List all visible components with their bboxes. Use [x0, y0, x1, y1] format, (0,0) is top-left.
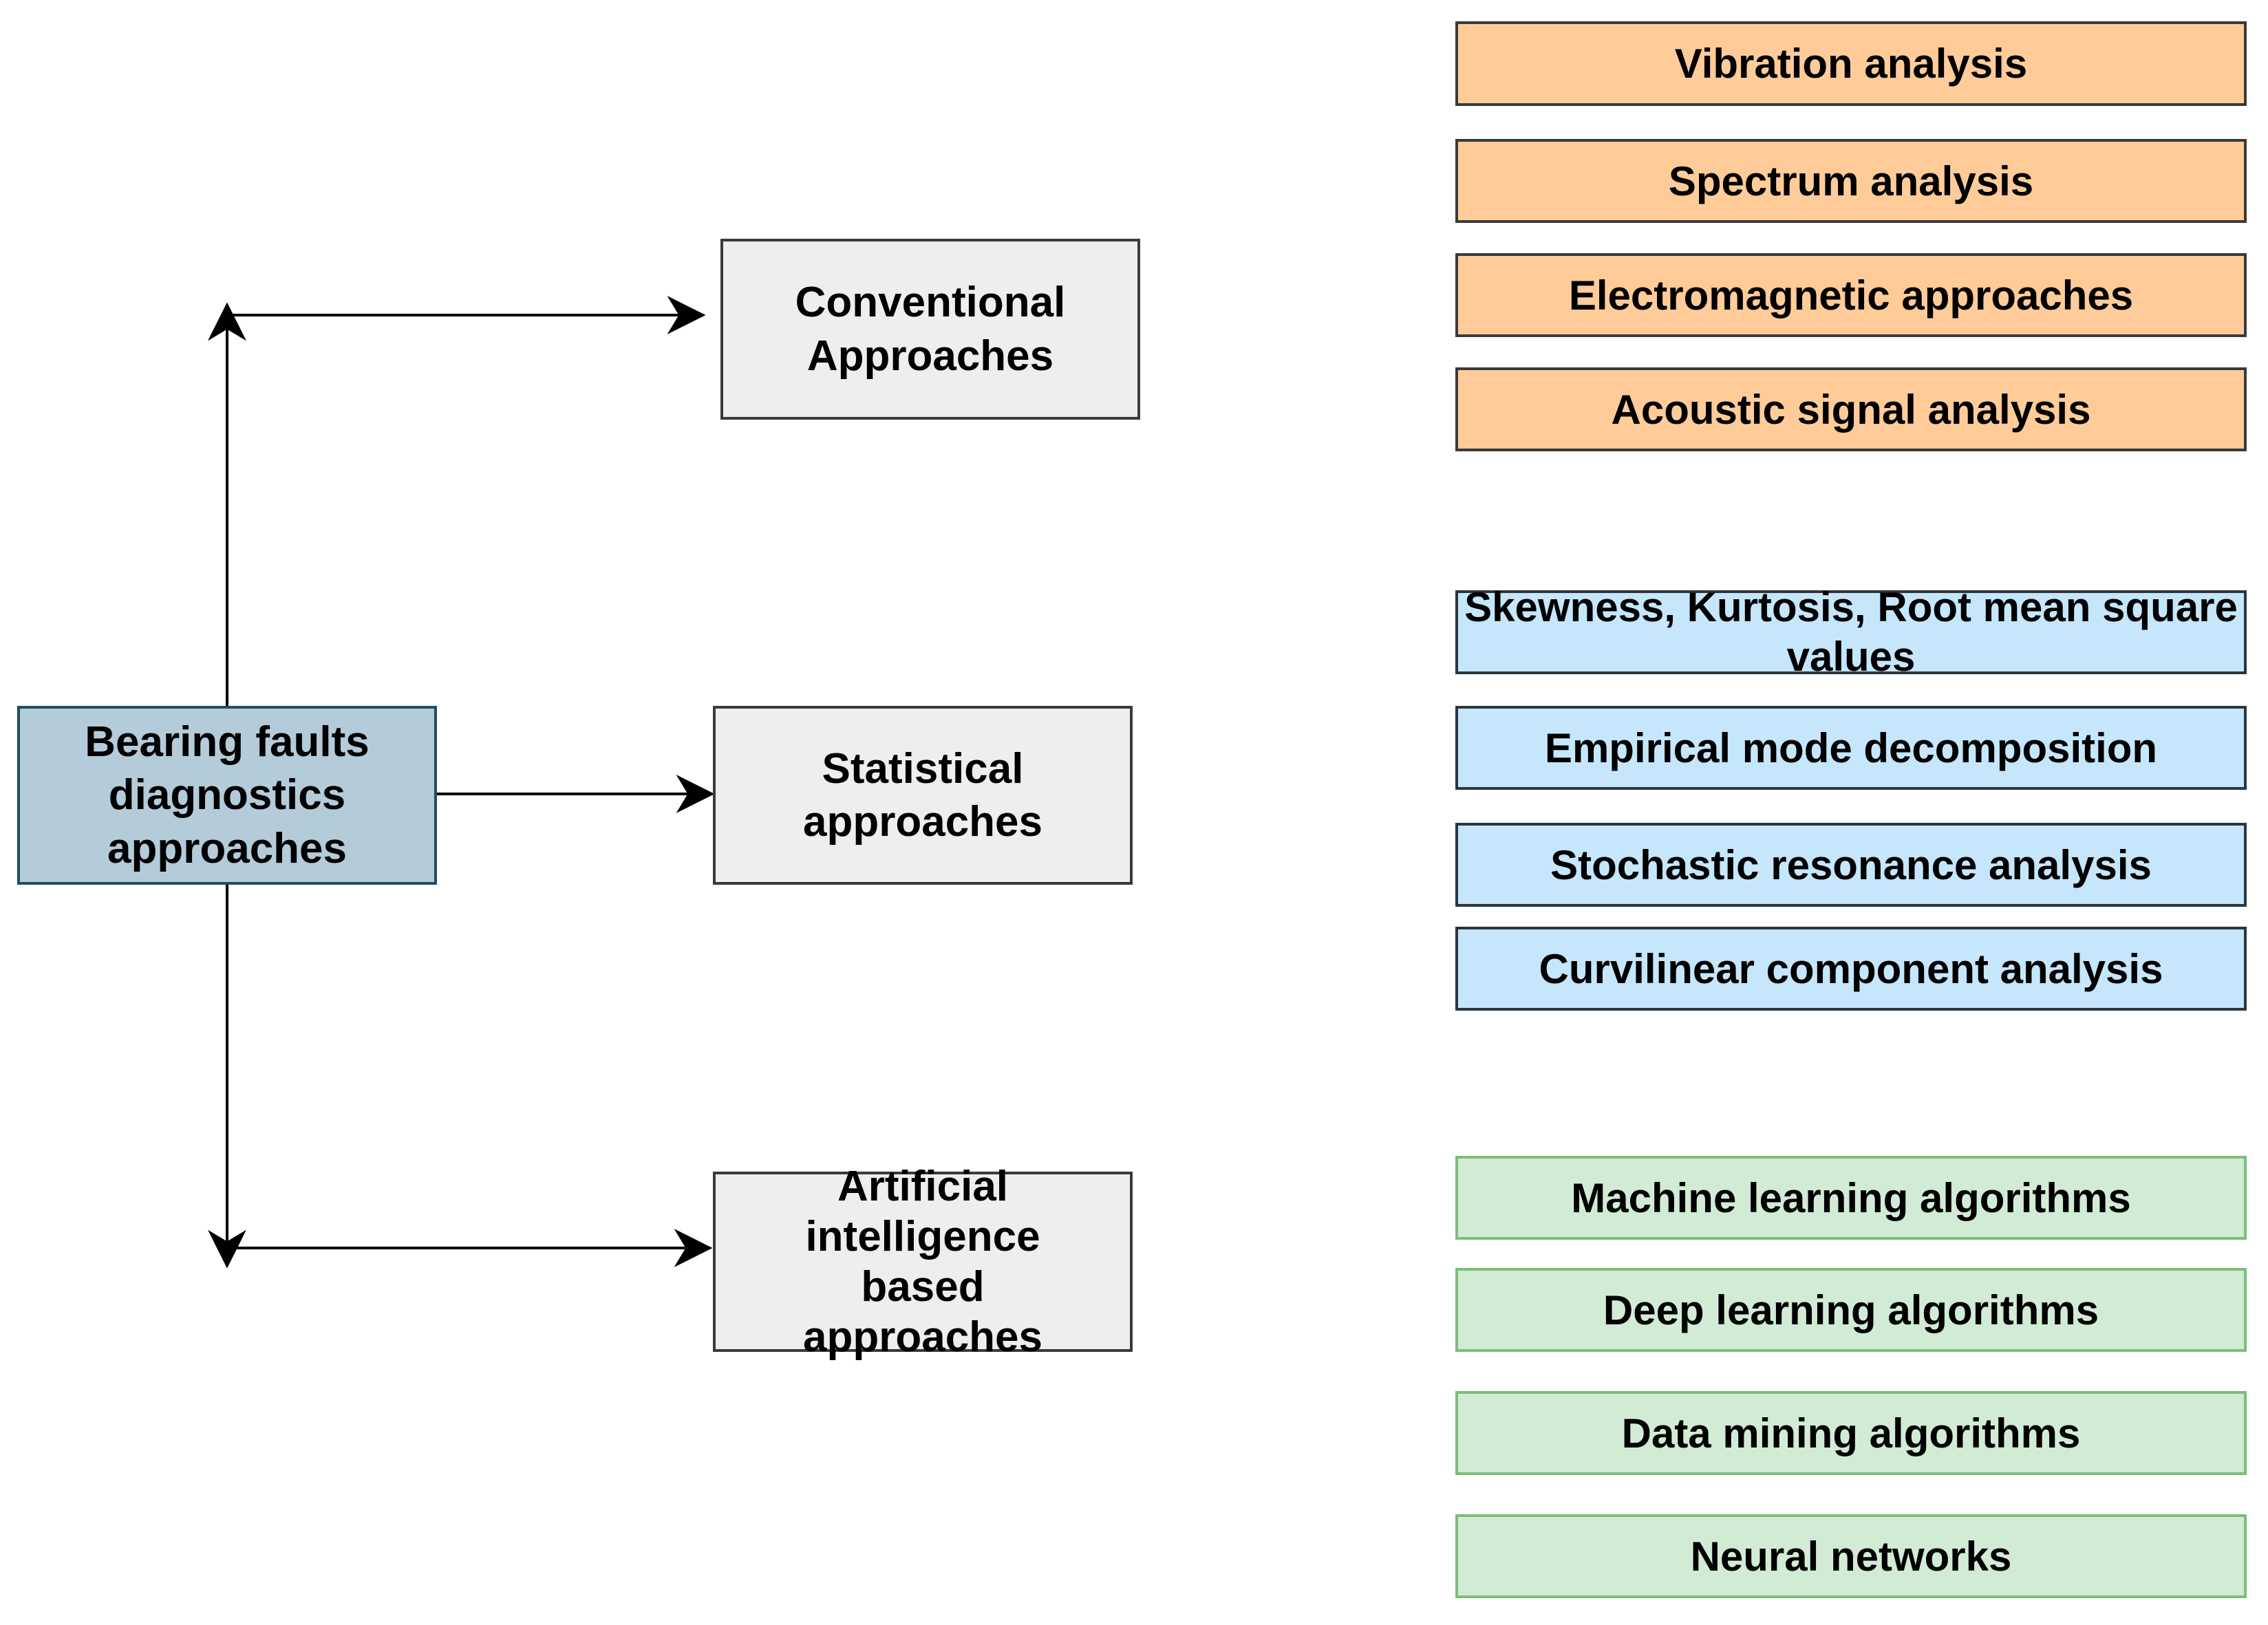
category-statistical: Statistical approaches: [713, 706, 1133, 885]
leaf-electromagnetic-approaches: Electromagnetic approaches: [1455, 253, 2247, 337]
leaf-deep-learning-algorithms: Deep learning algorithms: [1455, 1268, 2247, 1352]
leaf-spectrum-analysis: Spectrum analysis: [1455, 139, 2247, 223]
leaf-label: Stochastic resonance analysis: [1550, 841, 2152, 888]
category-conventional: Conventional Approaches: [720, 239, 1140, 420]
leaf-vibration-analysis: Vibration analysis: [1455, 21, 2247, 106]
leaf-skewness-kurtosis-rms: Skewness, Kurtosis, Root mean square val…: [1455, 584, 2247, 680]
leaf-label: Vibration analysis: [1674, 41, 2028, 87]
root-label: Bearing faults diagnostics approaches: [85, 718, 370, 872]
leaf-label: Curvilinear component analysis: [1539, 945, 2163, 992]
category-label: Conventional Approaches: [795, 279, 1066, 380]
category-label: Artificial intelligence based approaches: [802, 1162, 1043, 1362]
leaf-label: Data mining algorithms: [1621, 1410, 2081, 1456]
leaf-label: Empirical mode decomposition: [1544, 724, 2158, 771]
leaf-label: Deep learning algorithms: [1603, 1287, 2099, 1333]
leaf-label: Machine learning algorithms: [1571, 1174, 2131, 1221]
root-node: Bearing faults diagnostics approaches: [17, 706, 437, 885]
leaf-data-mining-algorithms: Data mining algorithms: [1455, 1391, 2247, 1475]
leaf-curvilinear-component-analysis: Curvilinear component analysis: [1455, 927, 2247, 1011]
leaf-label: Spectrum analysis: [1668, 158, 2034, 204]
category-ai: Artificial intelligence based approaches: [713, 1163, 1133, 1361]
leaf-neural-networks: Neural networks: [1455, 1514, 2247, 1598]
leaf-label: Skewness, Kurtosis, Root mean square val…: [1464, 584, 2238, 680]
leaf-machine-learning-algorithms: Machine learning algorithms: [1455, 1156, 2247, 1240]
leaf-empirical-mode-decomposition: Empirical mode decomposition: [1455, 706, 2247, 790]
leaf-label: Acoustic signal analysis: [1611, 386, 2091, 433]
leaf-stochastic-resonance-analysis: Stochastic resonance analysis: [1455, 823, 2247, 907]
leaf-label: Electromagnetic approaches: [1568, 272, 2134, 319]
leaf-acoustic-signal-analysis: Acoustic signal analysis: [1455, 367, 2247, 451]
leaf-label: Neural networks: [1690, 1533, 2012, 1580]
category-label: Statistical approaches: [802, 744, 1043, 846]
